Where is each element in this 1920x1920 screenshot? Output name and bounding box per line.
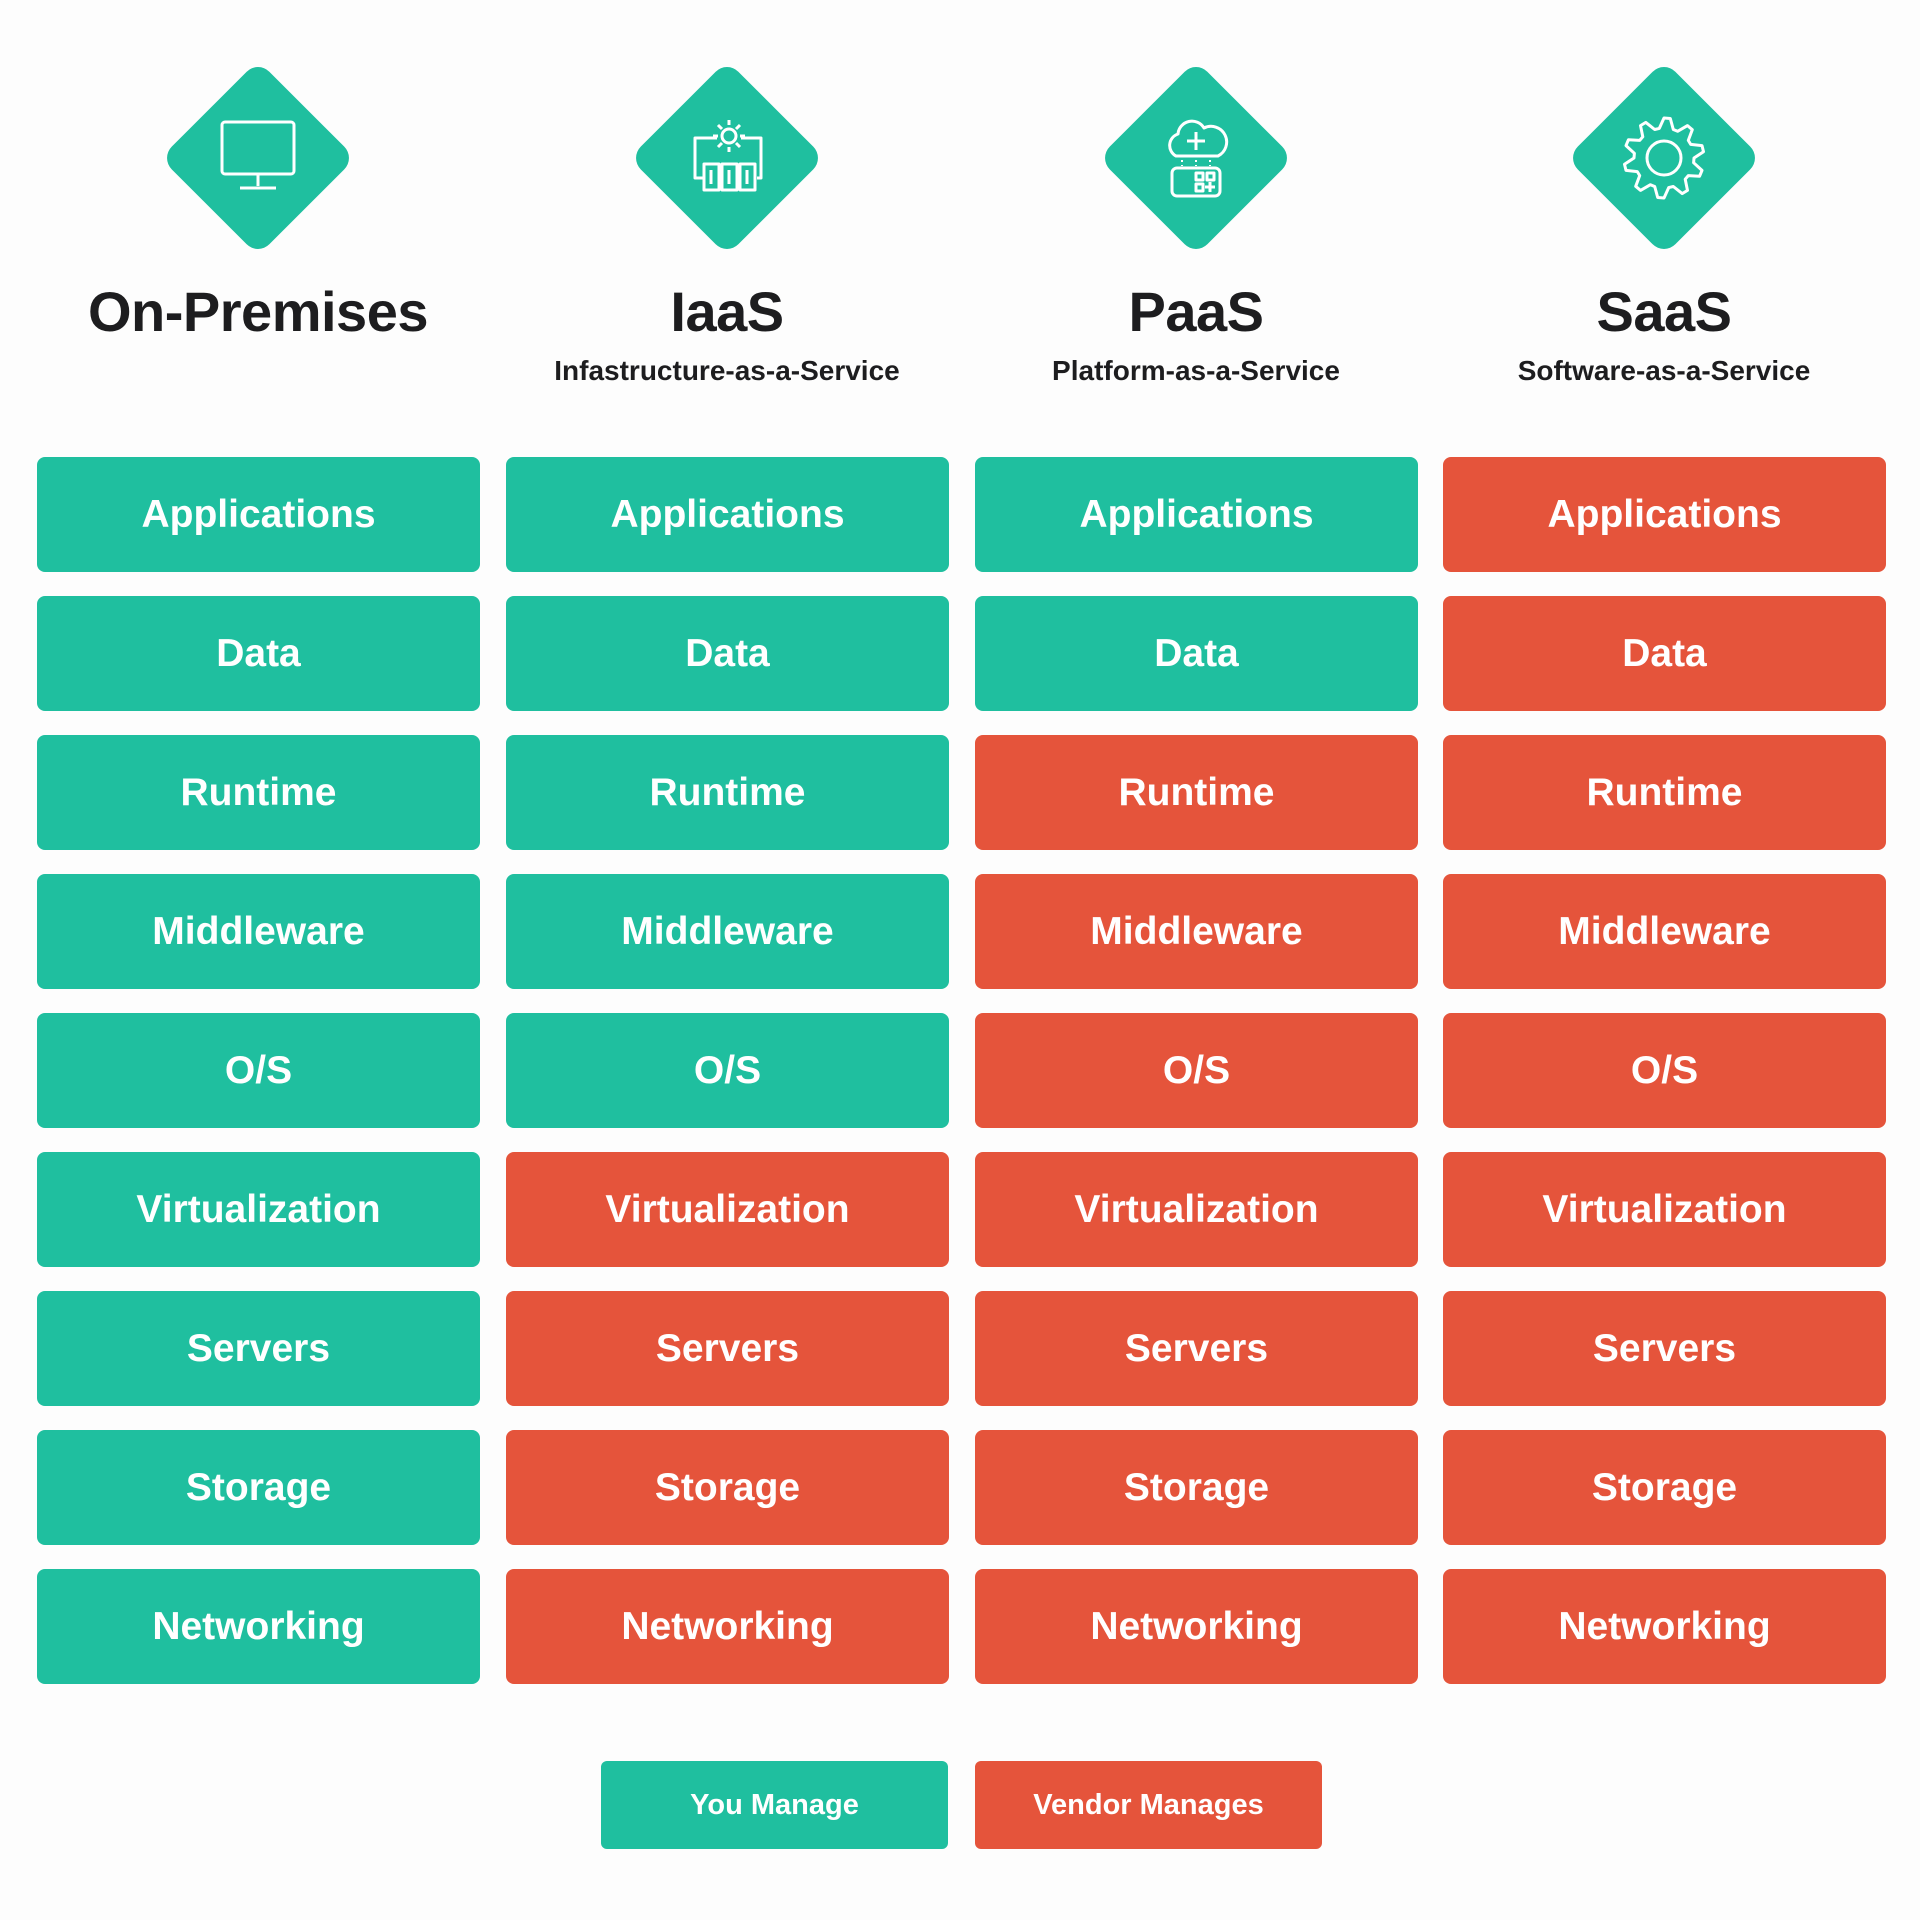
layer-cell-you: Runtime [506,735,949,850]
layer-cell-you: Runtime [37,735,480,850]
layer-cell-vendor: Virtualization [506,1152,949,1267]
gear-servers-icon-glyph [693,120,763,192]
layer-cell-vendor: Servers [1443,1291,1886,1406]
layer-cell-vendor: Virtualization [1443,1152,1886,1267]
layer-cell-vendor: O/S [1443,1013,1886,1128]
legend-you-manage: You Manage [601,1761,948,1849]
layer-cell-you: Applications [506,457,949,572]
layer-cell-vendor: Storage [1443,1430,1886,1545]
layer-cell-you: Middleware [506,874,949,989]
layer-cell-vendor: Storage [975,1430,1418,1545]
layer-cell-vendor: Networking [506,1569,949,1684]
cloud-platform-icon [1098,60,1294,256]
gear-servers-icon [629,60,825,256]
layer-cell-vendor: Middleware [975,874,1418,989]
layer-cell-you: Data [975,596,1418,711]
layer-cell-vendor: Networking [1443,1569,1886,1684]
legend-vendor-manages: Vendor Manages [975,1761,1322,1849]
layer-cell-vendor: Servers [975,1291,1418,1406]
column-title: IaaS [670,280,784,343]
layer-cell-vendor: Applications [1443,457,1886,572]
layer-cell-you: Data [506,596,949,711]
layer-cell-you: Data [37,596,480,711]
layer-cell-you: O/S [506,1013,949,1128]
layer-cell-vendor: Runtime [1443,735,1886,850]
layer-cell-vendor: Virtualization [975,1152,1418,1267]
column-subtitle: Platform-as-a-Service [1052,355,1340,386]
layer-cell-you: Virtualization [37,1152,480,1267]
gear-icon [1566,60,1762,256]
column-header-2: PaaS Platform-as-a-Service [961,60,1431,388]
column-subtitle: Infastructure-as-a-Service [554,355,900,386]
layer-cell-you: Applications [37,457,480,572]
layer-cell-vendor: Servers [506,1291,949,1406]
column-title: PaaS [1128,280,1265,343]
monitor-icon [160,60,356,256]
layer-cell-you: O/S [37,1013,480,1128]
layer-cell-you: Middleware [37,874,480,989]
layer-cell-vendor: Middleware [1443,874,1886,989]
column-header-1: IaaS Infastructure-as-a-Service [492,60,962,388]
monitor-icon-glyph [220,120,296,190]
layer-cell-you: Storage [37,1430,480,1545]
column-header-3: SaaS Software-as-a-Service [1429,60,1899,388]
layer-cell-vendor: O/S [975,1013,1418,1128]
layer-cell-vendor: Networking [975,1569,1418,1684]
column-title: On-Premises [88,280,429,343]
column-title: SaaS [1596,280,1733,343]
gear-icon-glyph [1623,116,1705,200]
cloud-platform-icon-glyph [1168,119,1229,198]
column-header-0: On-Premises [23,60,493,354]
layer-cell-vendor: Storage [506,1430,949,1545]
layer-cell-you: Networking [37,1569,480,1684]
layer-cell-you: Servers [37,1291,480,1406]
column-subtitle: Software-as-a-Service [1517,355,1811,386]
layer-cell-you: Applications [975,457,1418,572]
layer-cell-vendor: Data [1443,596,1886,711]
layer-cell-vendor: Runtime [975,735,1418,850]
